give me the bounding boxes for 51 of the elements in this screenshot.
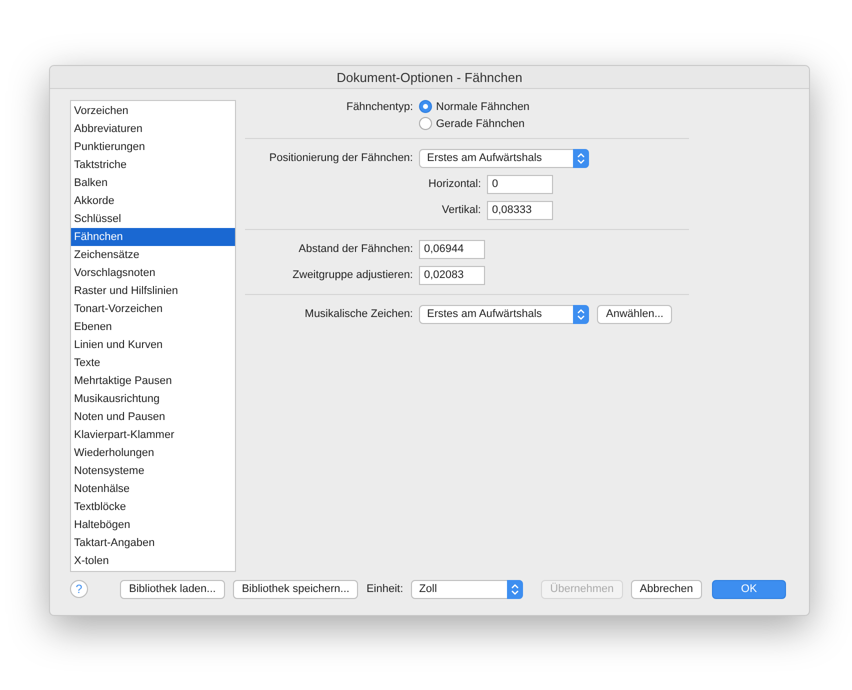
list-item[interactable]: Klavierpart-Klammer bbox=[71, 426, 235, 444]
radio-option[interactable]: Normale Fähnchen bbox=[419, 100, 530, 113]
list-item[interactable]: Akkorde bbox=[71, 192, 235, 210]
list-item[interactable]: Vorzeichen bbox=[71, 102, 235, 120]
list-item[interactable]: Notensysteme bbox=[71, 462, 235, 480]
list-item[interactable]: Taktart-Angaben bbox=[71, 534, 235, 552]
radio-option[interactable]: Gerade Fähnchen bbox=[419, 117, 530, 130]
stepper-icon bbox=[573, 304, 589, 324]
library-button[interactable]: Bibliothek laden... bbox=[120, 580, 225, 598]
list-item[interactable]: Wiederholungen bbox=[71, 444, 235, 462]
input-field[interactable]: 0,08333 bbox=[487, 200, 553, 220]
list-item[interactable]: Vorschlagsnoten bbox=[71, 264, 235, 282]
window-title: Dokument-Optionen - Fähnchen bbox=[336, 70, 522, 84]
stepper-icon bbox=[573, 148, 589, 168]
list-item[interactable]: Mehrtaktige Pausen bbox=[71, 372, 235, 390]
library-button[interactable]: Bibliothek speichern... bbox=[232, 580, 358, 598]
field-label: Fähnchentyp: bbox=[345, 100, 414, 115]
unit-label: Einheit: bbox=[366, 583, 404, 595]
list-item[interactable]: Linien und Kurven bbox=[71, 336, 235, 354]
list-item[interactable]: Schlüssel bbox=[71, 210, 235, 228]
list-item[interactable]: Raster und Hilfslinien bbox=[71, 282, 235, 300]
field-label: Zweitgruppe adjustieren: bbox=[292, 269, 414, 281]
list-item[interactable]: X-tolen bbox=[71, 552, 235, 570]
dropdown[interactable]: Erstes am Aufwärtshals bbox=[419, 148, 589, 168]
list-item[interactable]: Tonart-Vorzeichen bbox=[71, 300, 235, 318]
list-item[interactable]: Fähnchen bbox=[71, 228, 235, 246]
list-item[interactable]: Musikausrichtung bbox=[71, 390, 235, 408]
select-button[interactable]: Anwählen... bbox=[597, 304, 672, 324]
list-item[interactable]: Ebenen bbox=[71, 318, 235, 336]
list-item[interactable]: Taktstriche bbox=[71, 156, 235, 174]
unit-dropdown[interactable]: Zoll bbox=[411, 580, 524, 598]
field-label: Vertikal: bbox=[440, 204, 482, 216]
field-label: Musikalische Zeichen: bbox=[304, 308, 414, 320]
field-label: Horizontal: bbox=[427, 178, 482, 190]
list-item[interactable]: Zeichensätze bbox=[71, 246, 235, 264]
list-item[interactable]: Noten und Pausen bbox=[71, 408, 235, 426]
field-label: Positionierung der Fähnchen: bbox=[268, 152, 414, 164]
input-field[interactable]: 0 bbox=[487, 174, 553, 194]
stepper-icon bbox=[507, 580, 524, 598]
input-field[interactable]: 0,02083 bbox=[419, 266, 485, 284]
field-label: Abstand der Fähnchen: bbox=[298, 243, 414, 255]
dropdown[interactable]: Erstes am Aufwärtshals bbox=[419, 304, 589, 324]
list-item[interactable]: Notenhälse bbox=[71, 480, 235, 498]
input-field[interactable]: 0,06944 bbox=[419, 240, 485, 258]
list-item[interactable]: Texte bbox=[71, 354, 235, 372]
list-item[interactable]: Balken bbox=[71, 174, 235, 192]
dialog-button[interactable]: Abbrechen bbox=[630, 580, 702, 598]
list-item[interactable]: Abbreviaturen bbox=[71, 120, 235, 138]
list-item[interactable]: Textblöcke bbox=[71, 498, 235, 516]
list-item[interactable]: Haltebögen bbox=[71, 516, 235, 534]
list-item[interactable]: Punktierungen bbox=[71, 138, 235, 156]
